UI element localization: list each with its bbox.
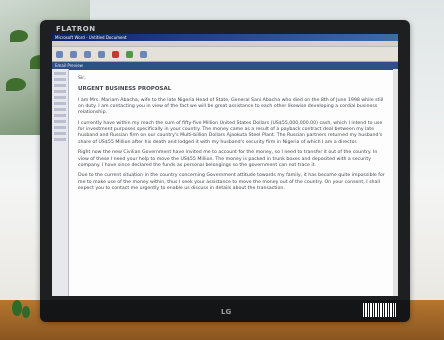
sidebar-item[interactable]: [54, 108, 66, 111]
window-titlebar: Microsoft Word - Untitled Document: [52, 34, 398, 41]
sidebar-item[interactable]: [54, 132, 66, 135]
monitor-brand: FLATRON: [56, 25, 96, 33]
sidebar-item[interactable]: [54, 114, 66, 117]
print-icon[interactable]: [98, 50, 105, 58]
plant: [12, 300, 22, 316]
paragraph: Due to the current situation in the coun…: [78, 173, 385, 191]
sidebar-item[interactable]: [54, 138, 66, 141]
monitor-logo: LG: [221, 308, 232, 316]
sidebar-item[interactable]: [54, 90, 66, 93]
monitor-screen: Microsoft Word - Untitled Document Email…: [52, 34, 398, 296]
paragraph: I am Mrs. Mariam Abacha, wife to the lat…: [78, 97, 384, 116]
foliage: [6, 78, 26, 91]
document-body: Sir, URGENT BUSINESS PROPOSAL I am Mrs. …: [72, 72, 394, 296]
sidebar-item[interactable]: [54, 126, 66, 129]
sidebar-item[interactable]: [54, 102, 66, 105]
sidebar-item[interactable]: [54, 84, 66, 87]
pane-title: Email Preview: [52, 62, 398, 70]
save-icon[interactable]: [84, 50, 91, 58]
document-heading: URGENT BUSINESS PROPOSAL: [78, 86, 172, 93]
open-icon[interactable]: [70, 50, 77, 58]
sidebar[interactable]: [52, 69, 69, 296]
sidebar-item[interactable]: [54, 72, 66, 75]
sidebar-item[interactable]: [54, 120, 66, 123]
barcode-label: [362, 303, 396, 317]
paragraph: I currently have within my reach the sum…: [78, 120, 383, 145]
plant: [22, 306, 30, 318]
vertical-scrollbar[interactable]: [393, 69, 398, 296]
salutation: Sir,: [78, 76, 86, 81]
forward-icon[interactable]: [126, 50, 133, 58]
toolbar: [52, 47, 398, 62]
send-icon[interactable]: [140, 50, 147, 58]
sidebar-item[interactable]: [54, 78, 66, 81]
foliage: [10, 30, 28, 42]
delete-icon[interactable]: [112, 50, 119, 58]
paragraph: Right now the new Civilian Government ha…: [78, 150, 378, 168]
sidebar-item[interactable]: [54, 96, 66, 99]
new-icon[interactable]: [56, 50, 63, 58]
